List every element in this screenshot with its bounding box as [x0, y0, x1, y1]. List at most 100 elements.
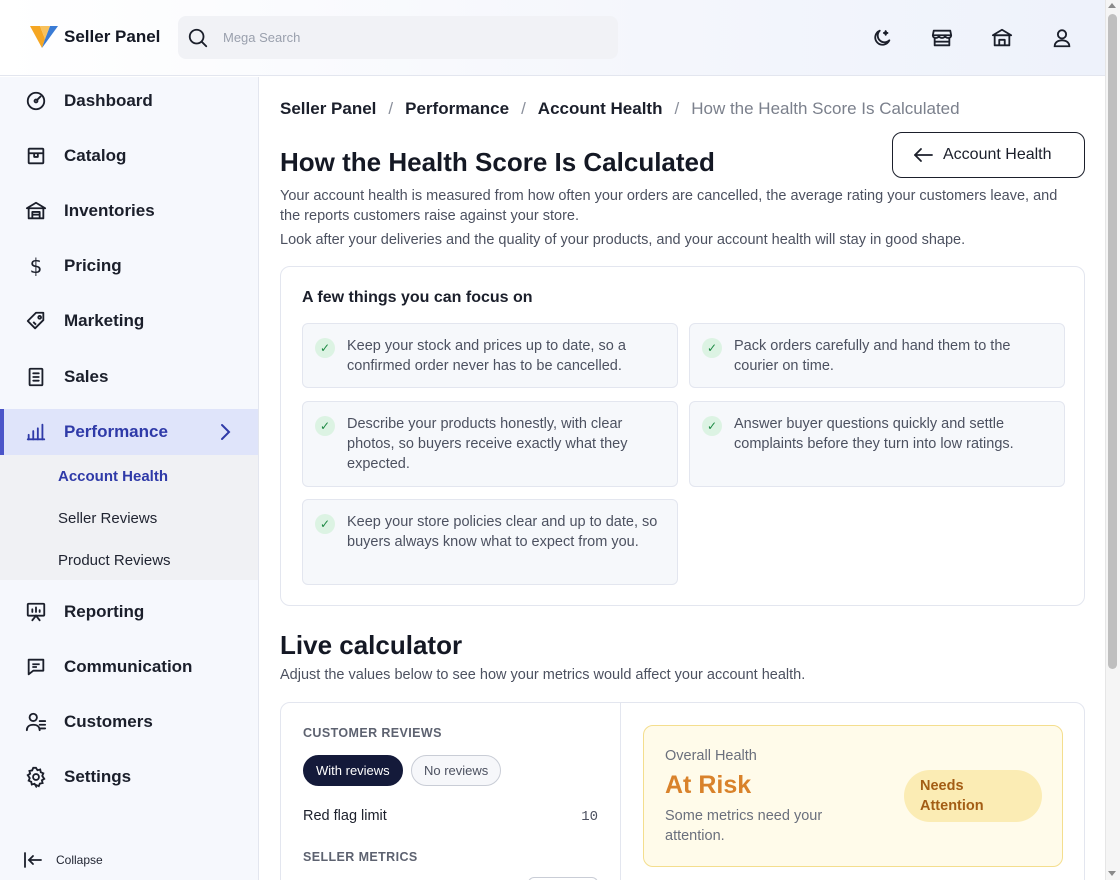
- chat-icon: [27, 658, 45, 676]
- presentation-icon: [26, 602, 46, 622]
- sidebar-item-label: Reporting: [64, 602, 145, 621]
- gear-icon: [26, 766, 46, 788]
- intro-text: Your account health is measured from how…: [280, 186, 1070, 254]
- tips-card: A few things you can focus on ✓ Keep you…: [280, 266, 1085, 606]
- bank-icon: [991, 28, 1013, 47]
- sidebar-item-catalog[interactable]: Catalog: [0, 133, 258, 179]
- sidebar-item-label: Inventories: [64, 201, 155, 220]
- red-flag-limit-label: Red flag limit: [303, 808, 387, 824]
- tip-item: ✓ Answer buyer questions quickly and set…: [689, 401, 1065, 487]
- intro-paragraph: Look after your deliveries and the quali…: [280, 232, 966, 248]
- warehouse-icon: [25, 201, 47, 220]
- tip-text: Pack orders carefully and hand them to t…: [734, 338, 1011, 374]
- breadcrumb: Seller Panel / Performance / Account Hea…: [280, 99, 960, 119]
- collapse-sidebar-button[interactable]: Collapse: [24, 852, 103, 868]
- breadcrumb-separator: /: [674, 99, 680, 118]
- breadcrumb-item[interactable]: Performance: [405, 99, 509, 119]
- scrollbar-thumb[interactable]: [1108, 14, 1117, 669]
- collapse-arrow-icon: [24, 852, 42, 868]
- gauge-icon: [26, 91, 46, 111]
- catalog-icon: [27, 147, 45, 165]
- intro-paragraph: Your account health is measured from how…: [280, 188, 1058, 224]
- user-icon: [1053, 29, 1071, 48]
- check-icon: ✓: [315, 338, 335, 358]
- check-icon: ✓: [315, 416, 335, 436]
- brand[interactable]: Seller Panel: [28, 21, 160, 53]
- search-icon: [188, 28, 208, 47]
- sidebar: Dashboard Catalog Inventories $ Pricing …: [0, 77, 259, 880]
- performance-subnav: Account Health Seller Reviews Product Re…: [0, 455, 258, 580]
- health-status: At Risk: [665, 771, 752, 799]
- sidebar-item-label: Sales: [64, 367, 109, 386]
- customer-reviews-label: CUSTOMER REVIEWS: [303, 726, 442, 740]
- sidebar-item-communication[interactable]: Communication: [0, 644, 258, 690]
- check-icon: ✓: [315, 514, 335, 534]
- calculator-title: Live calculator: [280, 630, 463, 660]
- check-icon: ✓: [702, 338, 722, 358]
- sidebar-item-label: Performance: [64, 422, 168, 441]
- brand-logo-icon: [30, 26, 58, 48]
- sidebar-item-inventories[interactable]: Inventories: [0, 188, 258, 234]
- sidebar-item-sales[interactable]: Sales: [0, 354, 258, 400]
- chevron-right-icon: [221, 424, 231, 440]
- bank-button[interactable]: [988, 24, 1016, 52]
- sidebar-item-label: Dashboard: [64, 91, 153, 110]
- collapse-label: Collapse: [56, 853, 103, 867]
- theme-toggle-button[interactable]: [868, 24, 896, 52]
- sidebar-item-pricing[interactable]: $ Pricing: [0, 243, 258, 289]
- tip-text: Describe your products honestly, with cl…: [347, 416, 628, 472]
- scroll-up-icon[interactable]: [1108, 3, 1116, 8]
- tip-item: ✓ Keep your stock and prices up to date,…: [302, 323, 678, 388]
- breadcrumb-item[interactable]: Seller Panel: [280, 99, 376, 119]
- brand-name: Seller Panel: [64, 27, 161, 46]
- breadcrumb-item[interactable]: Account Health: [538, 99, 663, 119]
- calculator-card: CUSTOMER REVIEWS With reviews No reviews…: [280, 702, 1085, 880]
- tip-item: ✓ Describe your products honestly, with …: [302, 401, 678, 487]
- breadcrumb-separator: /: [388, 99, 394, 118]
- back-button-label: Account Health: [943, 146, 1052, 163]
- check-icon: ✓: [702, 416, 722, 436]
- no-reviews-toggle[interactable]: No reviews: [411, 755, 502, 786]
- sidebar-item-label: Marketing: [64, 311, 145, 330]
- sidebar-item-dashboard[interactable]: Dashboard: [0, 78, 258, 124]
- scroll-down-icon[interactable]: [1108, 871, 1116, 876]
- moon-icon: [874, 29, 891, 46]
- page-scrollbar[interactable]: [1105, 0, 1120, 880]
- subnav-item-seller-reviews[interactable]: Seller Reviews: [58, 510, 157, 527]
- health-caption: Overall Health: [665, 748, 757, 764]
- sidebar-item-customers[interactable]: Customers: [0, 699, 258, 745]
- store-icon: [931, 29, 953, 47]
- tip-item: ✓ Pack orders carefully and hand them to…: [689, 323, 1065, 388]
- dollar-icon: $: [29, 254, 43, 278]
- search-bar[interactable]: [178, 16, 618, 59]
- users-icon: [25, 712, 47, 732]
- store-button[interactable]: [928, 24, 956, 52]
- health-description: Some metrics need your attention.: [665, 808, 823, 844]
- top-bar: Seller Panel: [0, 0, 1105, 76]
- calculator-inputs: CUSTOMER REVIEWS With reviews No reviews…: [281, 703, 621, 880]
- sidebar-item-marketing[interactable]: Marketing: [0, 298, 258, 344]
- subnav-item-product-reviews[interactable]: Product Reviews: [58, 552, 171, 569]
- tip-text: Answer buyer questions quickly and settl…: [734, 416, 1014, 452]
- breadcrumb-separator: /: [521, 99, 526, 118]
- with-reviews-toggle[interactable]: With reviews: [303, 755, 403, 786]
- tag-icon: [26, 311, 45, 330]
- sidebar-item-performance[interactable]: Performance: [0, 409, 258, 455]
- sidebar-item-settings[interactable]: Settings: [0, 754, 258, 800]
- tip-text: Keep your store policies clear and up to…: [347, 514, 658, 550]
- page-title: How the Health Score Is Calculated: [280, 147, 715, 177]
- sidebar-item-label: Customers: [64, 712, 153, 731]
- subnav-item-account-health[interactable]: Account Health: [58, 468, 168, 485]
- user-menu-button[interactable]: [1048, 24, 1076, 52]
- sidebar-item-label: Communication: [64, 657, 193, 676]
- sidebar-item-reporting[interactable]: Reporting: [0, 589, 258, 635]
- search-input[interactable]: [223, 30, 603, 45]
- sidebar-item-label: Settings: [64, 767, 132, 786]
- seller-metrics-label: SELLER METRICS: [303, 850, 418, 864]
- breadcrumb-current: How the Health Score Is Calculated: [691, 99, 960, 118]
- red-flag-limit-value[interactable]: 10: [581, 809, 598, 825]
- calculator-subtitle: Adjust the values below to see how your …: [280, 667, 806, 683]
- back-to-account-health-button[interactable]: Account Health: [892, 132, 1085, 178]
- bar-chart-icon: [26, 423, 46, 441]
- arrow-left-icon: [914, 148, 933, 162]
